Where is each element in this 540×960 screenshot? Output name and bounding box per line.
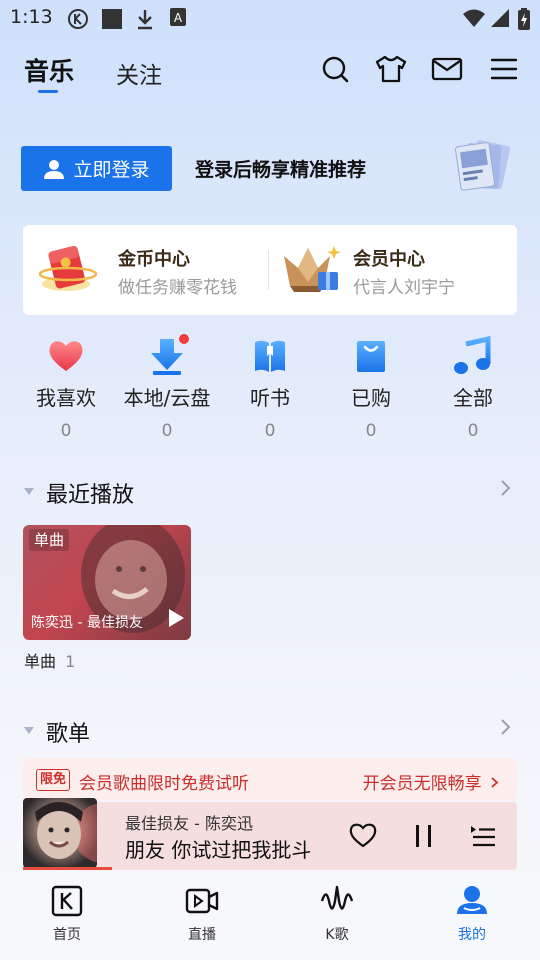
quick-entry-count: 0 <box>365 421 377 441</box>
tshirt-icon[interactable] <box>375 54 407 84</box>
quick-entry-label: 已购 <box>351 386 391 410</box>
recent-caption: 单曲 1 <box>24 648 75 672</box>
recent-play-card[interactable]: 单曲 陈奕迅 - 最佳损友 <box>23 525 191 640</box>
shopping-bag-icon <box>351 336 391 376</box>
tab-follow[interactable]: 关注 <box>116 56 162 90</box>
recent-caption-label: 单曲 <box>24 652 57 671</box>
vip-center-subtitle: 代言人刘宇宁 <box>353 278 455 298</box>
quick-entry-all[interactable]: 全部 0 <box>423 335 523 441</box>
nav-ksong-label: K歌 <box>325 927 349 943</box>
nav-mine[interactable]: 我的 <box>422 884 522 944</box>
quick-entry-label: 本地/云盘 <box>123 386 211 410</box>
signal-icon <box>490 8 510 28</box>
playback-progress <box>23 867 112 870</box>
recent-card-name: 陈奕迅 - 最佳损友 <box>31 615 143 631</box>
user-icon <box>44 159 65 179</box>
status-time: 1:13 <box>10 6 53 28</box>
play-icon[interactable] <box>167 608 185 632</box>
favorite-heart-icon[interactable] <box>349 822 377 852</box>
bottom-nav: 首页 直播 K歌 我的 <box>0 872 540 960</box>
login-button[interactable]: 立即登录 <box>21 146 172 191</box>
quick-entry-label: 听书 <box>250 386 290 410</box>
wifi-icon <box>462 8 485 28</box>
music-note-icon <box>453 335 493 376</box>
download-arrow-icon <box>147 334 189 376</box>
recent-caption-count: 1 <box>65 652 76 671</box>
download-icon <box>136 8 156 30</box>
nav-mine-label: 我的 <box>458 927 486 943</box>
nav-live-label: 直播 <box>188 927 216 943</box>
quick-entry-local-cloud[interactable]: 本地/云盘 0 <box>117 334 217 441</box>
quick-entry-count: 0 <box>161 421 173 441</box>
collapse-triangle-icon[interactable] <box>24 488 34 495</box>
chevron-right-icon <box>491 777 499 788</box>
vip-crown-gift-icon[interactable] <box>280 242 342 296</box>
quick-entry-count: 0 <box>467 421 479 441</box>
book-icon <box>250 336 290 376</box>
status-bar: 1:13 A <box>0 0 540 36</box>
pause-icon[interactable] <box>413 823 435 853</box>
k-home-icon <box>50 884 84 918</box>
recent-card-badge: 单曲 <box>29 529 70 551</box>
mini-player[interactable]: 最佳损友 - 陈奕迅 朋友 你试过把我批斗 <box>23 798 517 870</box>
quick-entry-label: 我喜欢 <box>36 386 96 410</box>
vip-open-link[interactable]: 开会员无限畅享 <box>363 769 499 794</box>
playlist-queue-icon[interactable] <box>470 823 496 853</box>
mail-icon[interactable] <box>431 54 463 84</box>
chevron-right-icon[interactable] <box>500 478 512 504</box>
login-button-label: 立即登录 <box>73 159 150 181</box>
notification-dot <box>179 334 189 344</box>
recent-section-title[interactable]: 最近播放 <box>46 477 134 509</box>
playlist-section-title[interactable]: 歌单 <box>46 716 90 748</box>
collapse-triangle-icon[interactable] <box>24 727 34 734</box>
quick-entry-favorites[interactable]: 我喜欢 0 <box>16 336 116 441</box>
vip-open-link-label: 开会员无限畅享 <box>362 774 482 794</box>
quick-entry-count: 0 <box>60 421 72 441</box>
chevron-right-icon[interactable] <box>500 717 512 743</box>
quick-entry-audiobook[interactable]: 听书 0 <box>220 336 320 441</box>
vip-center-title[interactable]: 会员中心 <box>353 245 425 271</box>
k-song-wave-icon <box>320 884 354 918</box>
tab-music[interactable]: 音乐 <box>24 52 74 88</box>
square-icon <box>101 8 122 29</box>
card-divider <box>268 250 269 290</box>
nav-ksong[interactable]: K歌 <box>287 884 387 944</box>
quick-entry-purchased[interactable]: 已购 0 <box>321 336 421 441</box>
login-hint: 登录后畅享精准推荐 <box>195 159 367 181</box>
quick-entry-label: 全部 <box>453 386 493 410</box>
nav-home[interactable]: 首页 <box>17 884 117 944</box>
tab-active-indicator <box>38 90 58 93</box>
coin-center-subtitle: 做任务赚零花钱 <box>118 278 237 298</box>
nav-live[interactable]: 直播 <box>152 884 252 944</box>
live-video-icon <box>185 884 219 918</box>
coin-center-title[interactable]: 金币中心 <box>118 245 190 271</box>
gold-coin-envelope-icon[interactable] <box>38 244 98 294</box>
now-playing-song: 最佳损友 - 陈奕迅 <box>125 814 253 833</box>
search-icon[interactable] <box>320 54 350 84</box>
quick-entry-count: 0 <box>264 421 276 441</box>
heart-icon <box>46 336 86 376</box>
nav-home-label: 首页 <box>53 927 81 943</box>
free-limited-tag: 限免 <box>36 769 71 791</box>
profile-icon <box>455 884 489 918</box>
svg-text:A: A <box>174 11 183 25</box>
now-playing-cover[interactable] <box>23 798 97 868</box>
now-playing-lyric: 朋友 你试过把我批斗 <box>125 838 312 862</box>
vip-trial-banner[interactable]: 限免 会员歌曲限时免费试听 开会员无限畅享 <box>23 758 517 800</box>
battery-icon <box>518 8 538 30</box>
album-stack-icon <box>450 136 514 194</box>
k-app-icon <box>67 8 88 29</box>
vip-trial-text: 会员歌曲限时免费试听 <box>79 774 249 794</box>
menu-icon[interactable] <box>489 54 519 84</box>
translate-icon: A <box>170 8 190 28</box>
